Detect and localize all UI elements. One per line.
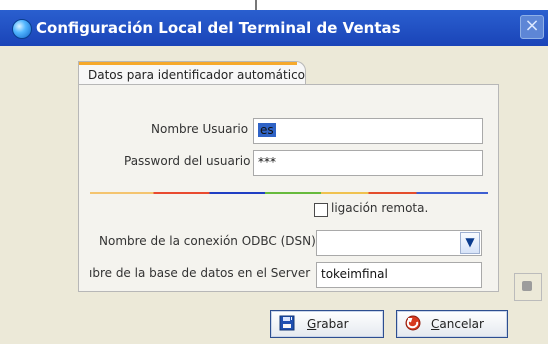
close-button[interactable]: × <box>520 15 544 39</box>
window-content: Datos para identificador automático Nomb… <box>0 46 548 344</box>
window-top-gap <box>0 0 548 10</box>
odbc-label: Nombre de la conexión ODBC (DSN) <box>99 234 316 248</box>
top-border-line <box>255 0 257 10</box>
tab-accent <box>79 62 297 65</box>
ligacion-remota-checkbox[interactable] <box>314 203 328 217</box>
ligacion-remota-label: ligación remota. <box>331 201 429 215</box>
app-globe-icon <box>12 19 32 39</box>
side-button[interactable] <box>514 273 542 301</box>
nombre-usuario-input[interactable]: es <box>253 118 483 144</box>
nombre-usuario-value: es <box>258 123 276 137</box>
tab-panel: Nombre Usuario es Password del usuario *… <box>78 84 499 292</box>
grabar-button[interactable]: Grabar <box>270 310 384 338</box>
tab-label: Datos para identificador automático <box>88 68 306 82</box>
grabar-label: Grabar <box>307 317 349 331</box>
section-divider <box>90 192 488 194</box>
grabar-mnemonic: G <box>307 317 317 331</box>
base-datos-label: ıbre de la base de datos en el Server <box>89 266 311 280</box>
titlebar: Configuración Local del Terminal de Vent… <box>0 10 548 46</box>
tab-datos-identificador[interactable]: Datos para identificador automático <box>78 61 306 85</box>
cancelar-button[interactable]: Cancelar <box>396 310 508 338</box>
password-value: *** <box>258 155 276 169</box>
window-title: Configuración Local del Terminal de Vent… <box>36 19 401 37</box>
cancelar-label-rest: ancelar <box>439 317 484 331</box>
grabar-label-rest: rabar <box>316 317 349 331</box>
cancel-icon <box>405 315 421 331</box>
password-input[interactable]: *** <box>253 150 483 176</box>
base-datos-value: tokeimfinal <box>321 267 388 281</box>
chevron-down-icon[interactable]: ▼ <box>460 232 480 254</box>
cancelar-label: Cancelar <box>431 317 484 331</box>
nombre-usuario-label: Nombre Usuario <box>151 122 249 136</box>
base-datos-input[interactable]: tokeimfinal <box>316 262 482 288</box>
odbc-dropdown[interactable]: ▼ <box>316 230 482 256</box>
password-label: Password del usuario <box>124 154 251 168</box>
save-icon <box>279 315 295 331</box>
